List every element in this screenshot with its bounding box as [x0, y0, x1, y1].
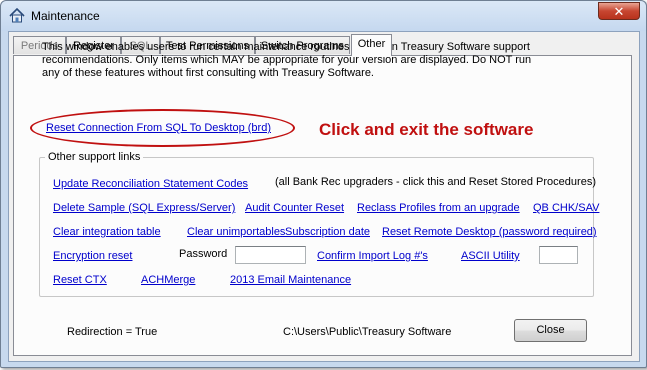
tab-other[interactable]: Other	[351, 34, 392, 56]
audit-counter-reset-link[interactable]: Audit Counter Reset	[245, 202, 344, 214]
email-maintenance-link[interactable]: 2013 Email Maintenance	[230, 274, 351, 286]
ascii-utility-link[interactable]: ASCII Utility	[461, 250, 520, 262]
clear-unimportables-link[interactable]: Clear unimportables	[187, 226, 285, 238]
maintenance-window: Maintenance ✕ Periods Register SQL Test …	[0, 0, 647, 368]
group-legend: Other support links	[45, 151, 144, 163]
achmerge-link[interactable]: ACHMerge	[141, 274, 195, 286]
title-bar[interactable]: Maintenance ✕	[1, 1, 646, 31]
window-title: Maintenance	[31, 9, 100, 23]
close-button[interactable]: Close	[514, 319, 587, 342]
redirection-status: Redirection = True	[67, 326, 158, 338]
ascii-input[interactable]	[539, 246, 578, 264]
encryption-reset-link[interactable]: Encryption reset	[53, 250, 132, 262]
delete-sample-link[interactable]: Delete Sample (SQL Express/Server)	[53, 202, 235, 214]
password-label: Password	[179, 248, 228, 260]
reset-ctx-link[interactable]: Reset CTX	[53, 274, 107, 286]
data-path: C:\Users\Public\Treasury Software	[283, 326, 452, 338]
app-home-icon	[9, 8, 25, 23]
reclass-profiles-link[interactable]: Reclass Profiles from an upgrade	[357, 202, 520, 214]
password-input[interactable]	[235, 246, 306, 264]
intro-text: This window enables users to run certain…	[42, 41, 532, 79]
update-note: (all Bank Rec upgraders - click this and…	[275, 176, 596, 188]
callout-ellipse	[30, 109, 295, 147]
qb-chk-sav-link[interactable]: QB CHK/SAV	[533, 202, 599, 214]
callout-text: Click and exit the software	[319, 120, 534, 139]
subscription-date-link[interactable]: Subscription date	[285, 226, 370, 238]
confirm-import-log-link[interactable]: Confirm Import Log #'s	[317, 250, 428, 262]
update-reconciliation-link[interactable]: Update Reconciliation Statement Codes	[53, 178, 248, 190]
close-icon[interactable]: ✕	[598, 2, 640, 20]
clear-integration-table-link[interactable]: Clear integration table	[53, 226, 161, 238]
reset-remote-desktop-link[interactable]: Reset Remote Desktop (password required)	[382, 226, 597, 238]
